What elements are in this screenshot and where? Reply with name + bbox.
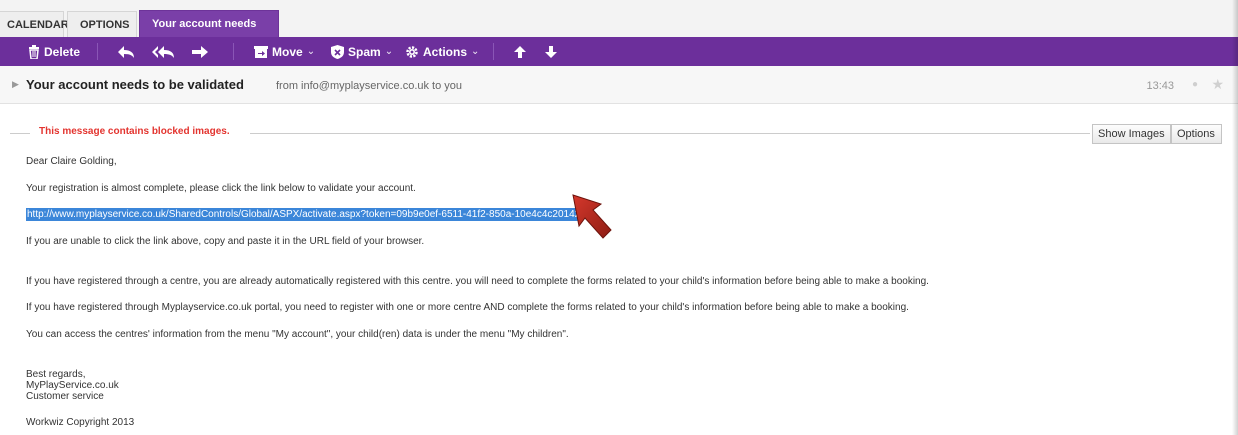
- tab-calendar[interactable]: CALENDAR: [0, 11, 69, 37]
- next-message-button[interactable]: [545, 37, 557, 66]
- chevron-right-icon[interactable]: ▶: [12, 79, 19, 90]
- message-time: 13:43: [1146, 80, 1174, 92]
- blocked-images-text: This message contains blocked images.: [34, 126, 235, 137]
- chevron-down-icon: ⌄: [384, 46, 394, 57]
- spam-label: Spam: [348, 44, 381, 59]
- reply-icon: [118, 45, 134, 58]
- reply-all-icon: [152, 45, 174, 58]
- delete-label: Delete: [44, 44, 81, 59]
- up-arrow-icon: [514, 45, 526, 58]
- spam-button[interactable]: Spam ⌄: [331, 37, 393, 66]
- chevron-down-icon: ⌄: [471, 46, 480, 57]
- toolbar-divider: [493, 43, 494, 60]
- signature-line: MyPlayService.co.uk: [26, 380, 119, 391]
- options-button[interactable]: Options: [1171, 124, 1222, 144]
- move-button[interactable]: Move ⌄: [254, 37, 315, 66]
- forward-button[interactable]: [192, 37, 208, 66]
- copyright-text: Workwiz Copyright 2013: [26, 417, 135, 428]
- toolbar-divider: [233, 43, 234, 60]
- message-subject: Your account needs to be validated: [26, 77, 244, 92]
- reply-button[interactable]: [118, 37, 134, 66]
- body-line: You can access the centres' information …: [26, 329, 569, 340]
- show-images-button[interactable]: Show Images: [1092, 124, 1171, 144]
- greeting: Dear Claire Golding,: [26, 156, 117, 167]
- down-arrow-icon: [545, 45, 557, 58]
- toolbar-divider: [97, 43, 98, 60]
- window-edge-shadow: [1232, 0, 1238, 435]
- actions-button[interactable]: Actions ⌄: [405, 37, 479, 66]
- divider: [10, 133, 30, 134]
- reply-all-button[interactable]: [152, 37, 174, 66]
- message-header: ▶ Your account needs to be validated fro…: [0, 66, 1238, 104]
- tab-message[interactable]: Your account needs ...: [139, 10, 279, 56]
- blocked-images-notice: This message contains blocked images.: [10, 126, 1090, 140]
- activation-link[interactable]: http://www.myplayservice.co.uk/SharedCon…: [26, 208, 582, 221]
- signature-line: Customer service: [26, 391, 104, 402]
- delete-button[interactable]: Delete: [28, 37, 80, 66]
- move-label: Move: [272, 44, 303, 59]
- body-line: If you have registered through Myplayser…: [26, 302, 909, 313]
- spam-icon: [331, 44, 344, 59]
- body-line: Your registration is almost complete, pl…: [26, 183, 416, 194]
- message-from-line: from info@myplayservice.co.uk to you: [276, 80, 463, 92]
- tab-bar: CALENDAR OPTIONS Your account needs ...: [0, 0, 1238, 56]
- forward-icon: [192, 45, 208, 58]
- signature-line: Best regards,: [26, 369, 86, 380]
- actions-label: Actions: [423, 44, 468, 59]
- message-toolbar: Delete Move ⌄ Spam ⌄ Actions ⌄: [0, 37, 1238, 66]
- read-status-icon[interactable]: ●: [1192, 79, 1198, 90]
- trash-icon: [28, 44, 40, 59]
- tab-options[interactable]: OPTIONS: [67, 11, 137, 37]
- body-line: If you are unable to click the link abov…: [26, 236, 425, 247]
- divider: [250, 133, 1090, 134]
- previous-message-button[interactable]: [514, 37, 526, 66]
- move-icon: [254, 45, 268, 58]
- gear-icon: [405, 45, 419, 59]
- star-icon[interactable]: ★: [1211, 76, 1224, 93]
- chevron-down-icon: ⌄: [306, 46, 316, 57]
- pointer-arrow-icon: [572, 194, 612, 239]
- body-line: If you have registered through a centre,…: [26, 276, 929, 287]
